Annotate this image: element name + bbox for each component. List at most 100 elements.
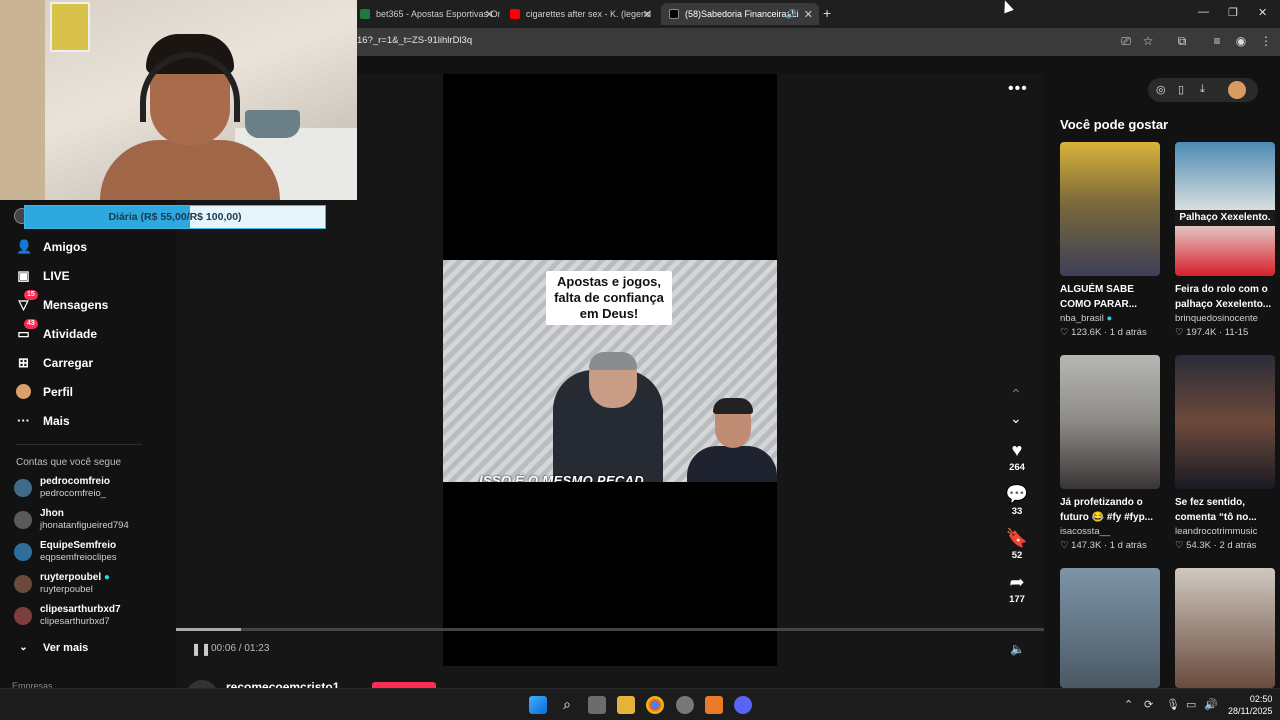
verified-badge-icon: ● [103, 572, 110, 583]
network-icon[interactable]: ▭ [1186, 698, 1196, 711]
extensions-icon[interactable]: ⧉ [1174, 34, 1190, 49]
card-user: leandrocotrimmusic [1175, 526, 1258, 537]
system-clock[interactable]: 02:50 28/11/2025 [1228, 693, 1272, 717]
card-title: Já profetizando o futuro 😂 #fy #fyp... [1060, 497, 1154, 523]
device-icon[interactable]: ▯ [1178, 83, 1184, 96]
account-handle: eqpsemfreioclipes [40, 552, 117, 563]
video-caption: Apostas e jogos, falta de confiança em D… [546, 271, 672, 325]
recommendation-card[interactable]: Se fez sentido, comenta “tô no... leandr… [1175, 355, 1279, 551]
close-tab-icon[interactable]: ✕ [804, 8, 813, 21]
recommendation-card[interactable]: Já profetizando o futuro 😂 #fy #fyp... i… [1060, 355, 1164, 551]
settings-gear-icon[interactable] [676, 696, 694, 714]
recommendations-title: Você pode gostar [1060, 117, 1169, 132]
verified-badge-icon: ● [1106, 313, 1113, 324]
maximize-button[interactable]: ❐ [1228, 6, 1238, 19]
card-user: nba_brasil [1060, 313, 1104, 324]
following-account[interactable]: clipesarthurbxd7 clipesarthurbxd7 [14, 604, 121, 628]
app-icon[interactable] [705, 696, 723, 714]
sidebar-item-label: Mais [43, 413, 70, 428]
recommendation-card[interactable] [1175, 568, 1279, 688]
sidebar-item-label: Atividade [43, 326, 98, 341]
audio-playing-icon[interactable]: 🔊 [786, 9, 797, 20]
new-tab-button[interactable]: + [823, 5, 831, 21]
tab-bet365[interactable]: bet365 - Apostas Esportivas On ✕ [352, 3, 500, 25]
heart-outline-icon: ♡ [1060, 540, 1069, 551]
file-explorer-icon[interactable] [617, 696, 635, 714]
save-count: 52 [1011, 550, 1023, 561]
following-account[interactable]: pedrocomfreio pedrocomfreio_ [14, 476, 110, 500]
account-name: ruyterpoubel [40, 572, 102, 583]
user-avatar[interactable] [1228, 81, 1246, 99]
webcam-door [0, 0, 45, 200]
following-account[interactable]: EquipeSemfreio eqpsemfreioclipes [14, 540, 117, 564]
card-likes: 147.3K [1071, 540, 1102, 551]
start-menu-icon[interactable] [529, 696, 547, 714]
following-account[interactable]: ruyterpoubel ● ruyterpoubel [14, 572, 110, 596]
tab-youtube[interactable]: cigarettes after sex - K. (legend ✕ [502, 3, 658, 25]
card-likes: 54.3K [1186, 540, 1211, 551]
speaker-icon[interactable]: 🔊 [1204, 698, 1218, 711]
sidebar-item-activity[interactable]: ▭ 43 Atividade [16, 319, 98, 341]
sidebar-item-live[interactable]: ▣ LIVE [16, 268, 69, 283]
avatar [14, 607, 32, 625]
browser-menu-icon[interactable]: ⋮ [1258, 34, 1274, 48]
following-title: Contas que você segue [16, 457, 122, 468]
bet365-favicon-icon [360, 9, 370, 19]
youtube-favicon-icon [510, 9, 520, 19]
video-canvas[interactable]: Apostas e jogos, falta de confiança em D… [443, 74, 777, 666]
download-icon[interactable]: ⤓ [1200, 83, 1205, 96]
activity-icon: ▭ 43 [16, 319, 38, 341]
sidebar-item-friends[interactable]: 👤 Amigos [16, 239, 87, 254]
sidebar-item-upload[interactable]: ⊞ Carregar [16, 355, 93, 370]
url-field[interactable]: 16?_r=1&_t=ZS-91lihlrDl3q [357, 35, 472, 46]
webcam-overlay [0, 0, 357, 200]
microphone-icon[interactable]: 🎙 [1166, 698, 1180, 711]
minimize-button[interactable]: — [1198, 6, 1209, 18]
video-progress-bar[interactable] [176, 628, 1044, 631]
card-user: isacossta__ [1060, 526, 1111, 537]
activity-badge: 43 [24, 319, 38, 329]
comment-button[interactable]: 💬 33 [1004, 484, 1030, 517]
tiktok-favicon-icon [669, 9, 679, 19]
top-right-toolbar: ◎ ▯ ⤓ [1148, 78, 1258, 102]
tray-sync-icon[interactable]: ⟳ [1144, 698, 1153, 711]
profile-avatar-icon[interactable]: ◉ [1233, 34, 1249, 48]
like-button[interactable]: ♥ 264 [1004, 440, 1030, 473]
sidebar-item-label: Mensagens [43, 297, 109, 312]
following-account[interactable]: Jhon jhonatanfigueired794 [14, 508, 129, 532]
discord-icon[interactable] [734, 696, 752, 714]
volume-icon[interactable]: 🔈 [1010, 642, 1025, 656]
recommendation-card[interactable] [1060, 568, 1164, 688]
close-tab-icon[interactable]: ✕ [643, 8, 652, 21]
more-options-icon[interactable]: ••• [1008, 80, 1028, 98]
next-video-icon[interactable]: ⌄ [1010, 410, 1022, 427]
media-control-icon[interactable]: ≡ [1209, 34, 1225, 48]
previous-video-icon[interactable]: ⌃ [1010, 386, 1022, 403]
pause-icon[interactable]: ❚❚ [191, 642, 211, 656]
chevron-down-icon: ⌄ [19, 642, 28, 653]
share-button[interactable]: ➦ 177 [1004, 572, 1030, 605]
tab-tiktok-active[interactable]: (58)Sabedoria Financeira: Li 🔊 ✕ [661, 3, 819, 25]
recommendation-card[interactable]: Palhaço Xexelento. Feira do rolo com o p… [1175, 142, 1279, 338]
recommendation-card[interactable]: ALGUÉM SABE COMO PARAR... nba_brasil ● ♡… [1060, 142, 1164, 338]
sidebar-item-more[interactable]: ··· Mais [16, 413, 70, 428]
close-window-button[interactable]: ✕ [1258, 6, 1267, 19]
tray-chevron-up-icon[interactable]: ⌃ [1124, 698, 1133, 711]
card-date: 1 d atrás [1109, 327, 1147, 338]
sidebar-item-messages[interactable]: ▽ 15 Mensagens [16, 290, 109, 312]
divider [16, 444, 142, 445]
daily-goal-bar: Diária (R$ 55,00/R$ 100,00) [24, 205, 326, 229]
search-icon[interactable]: ⌕ [558, 696, 576, 714]
save-button[interactable]: 🔖 52 [1004, 528, 1030, 561]
close-tab-icon[interactable]: ✕ [485, 8, 494, 21]
cast-icon[interactable]: ⎚ [1118, 34, 1134, 49]
see-more-button[interactable]: ⌄ Ver mais [16, 640, 88, 655]
chrome-icon[interactable] [646, 696, 664, 714]
goal-text: Diária (R$ 55,00/R$ 100,00) [108, 211, 242, 223]
coins-icon[interactable]: ◎ [1156, 83, 1166, 96]
sidebar-item-profile[interactable]: Perfil [16, 384, 73, 399]
card-title: ALGUÉM SABE COMO PARAR... [1060, 284, 1138, 310]
task-view-icon[interactable] [588, 696, 606, 714]
bookmark-star-icon[interactable]: ☆ [1140, 34, 1156, 48]
share-count: 177 [1009, 594, 1025, 605]
